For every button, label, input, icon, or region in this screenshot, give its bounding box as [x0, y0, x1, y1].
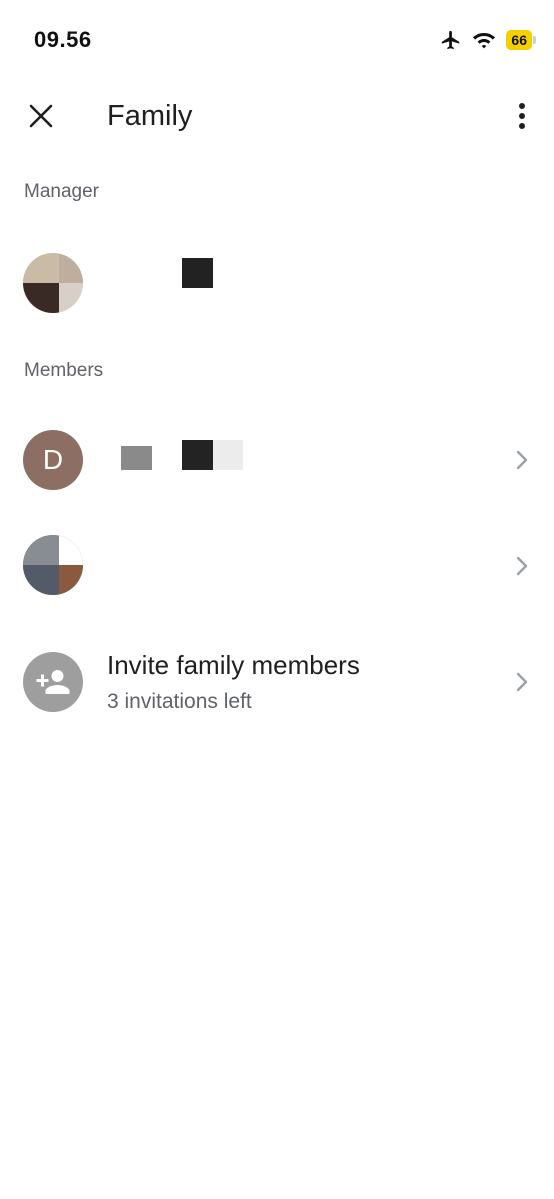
chevron-right-icon: [516, 672, 528, 692]
member-name-redacted: [213, 440, 243, 470]
close-icon[interactable]: [26, 101, 56, 131]
member-row[interactable]: D: [0, 428, 554, 492]
invite-title: Invite family members: [107, 650, 360, 680]
status-bar: 09.56 66: [0, 0, 554, 80]
member-avatar: D: [23, 430, 83, 490]
more-vert-icon[interactable]: [510, 100, 534, 132]
section-label-manager: Manager: [24, 181, 99, 202]
airplane-icon: [442, 30, 460, 50]
status-time: 09.56: [34, 27, 92, 52]
battery-tip: [533, 36, 536, 44]
status-icons: 66: [440, 29, 536, 51]
manager-name-redacted: [182, 258, 213, 288]
invite-family-row[interactable]: Invite family members 3 invitations left: [0, 650, 554, 722]
page-title: Family: [107, 100, 193, 132]
battery-level: 66: [506, 30, 532, 50]
wifi-icon: [473, 33, 496, 49]
member-name-redacted: [182, 440, 213, 470]
member-avatar-initial: D: [42, 444, 64, 475]
invite-avatar: [23, 652, 83, 712]
member-name-redacted: [121, 446, 152, 470]
manager-row[interactable]: [0, 248, 554, 320]
section-label-members: Members: [24, 360, 104, 381]
manager-avatar: [23, 253, 83, 313]
app-bar: Family: [0, 88, 554, 144]
member-row[interactable]: [0, 530, 554, 602]
person-add-icon: [36, 670, 70, 694]
chevron-right-icon: [516, 556, 528, 576]
chevron-right-icon: [516, 450, 528, 470]
member-avatar: [23, 535, 83, 595]
battery-icon: 66: [506, 30, 536, 50]
invite-subtitle: 3 invitations left: [107, 690, 252, 713]
